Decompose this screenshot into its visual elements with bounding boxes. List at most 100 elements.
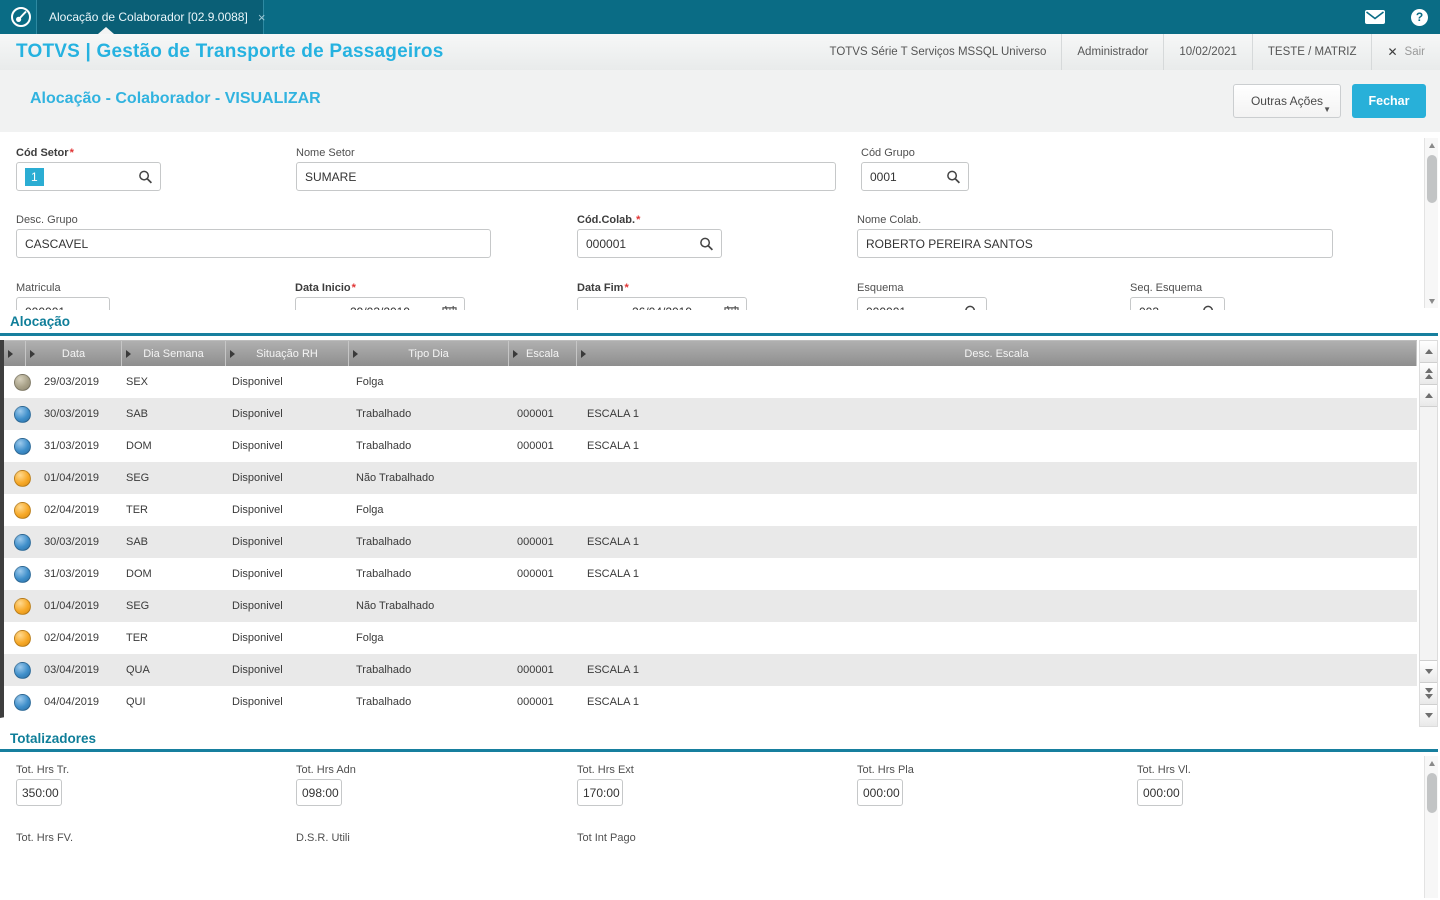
close-button[interactable]: Fechar — [1352, 84, 1426, 118]
help-icon[interactable]: ? — [1411, 8, 1428, 26]
tab-close-icon[interactable]: × — [258, 10, 266, 25]
scroll-up-icon[interactable] — [1425, 138, 1438, 152]
cell-escala: 000001 — [517, 568, 554, 580]
tot-int-pago-label: Tot Int Pago — [577, 832, 636, 844]
data-fim-input[interactable]: 26/04/2019 — [577, 297, 747, 310]
table-row[interactable]: 02/04/2019 TER Disponivel Folga — [4, 622, 1417, 654]
column-handle-icon — [126, 349, 131, 358]
cod-setor-label: Cód Setor* — [16, 147, 74, 159]
search-icon[interactable] — [138, 169, 153, 184]
company-branch: TESTE / MATRIZ — [1251, 34, 1372, 70]
grid-scroll-top-icon[interactable] — [1420, 385, 1437, 407]
cell-escala: 000001 — [517, 696, 554, 708]
scroll-down-icon[interactable] — [1425, 294, 1438, 308]
grid-column-header-situacao-rh[interactable]: Situação RH — [226, 341, 349, 366]
form-scrollbar[interactable] — [1424, 138, 1438, 308]
grid-scroll-down-icon[interactable] — [1420, 660, 1437, 682]
grid-body: 29/03/2019 SEX Disponivel Folga 30/03/20… — [4, 366, 1417, 718]
cell-data: 03/04/2019 — [44, 664, 100, 676]
search-icon[interactable] — [699, 236, 714, 251]
data-inicio-input[interactable]: 29/03/2019 — [295, 297, 465, 310]
grid-column-header-data[interactable]: Data — [26, 341, 122, 366]
search-icon[interactable] — [1202, 304, 1217, 310]
section-divider — [0, 333, 1438, 336]
scrollbar-thumb[interactable] — [1426, 155, 1437, 203]
cell-dia-semana: SEG — [126, 600, 150, 612]
tot-hrs-ext-input[interactable]: 170:00 — [577, 779, 623, 806]
status-ball-icon — [14, 373, 31, 391]
grid-column-header[interactable] — [4, 341, 26, 366]
grid-column-header-desc-escala[interactable]: Desc. Escala — [577, 341, 1417, 366]
tot-hrs-tr-input[interactable]: 350:00 — [16, 779, 62, 806]
totalizadores-scrollbar[interactable] — [1424, 756, 1438, 898]
seq-esquema-input[interactable]: 003 — [1130, 297, 1225, 310]
cod-colab-input[interactable]: 000001 — [577, 229, 722, 258]
cell-tipo-dia: Trabalhado — [356, 664, 412, 676]
table-row[interactable]: 29/03/2019 SEX Disponivel Folga — [4, 366, 1417, 398]
app-window: Alocação de Colaborador [02.9.0088] × ? … — [0, 0, 1440, 900]
cod-setor-input[interactable]: 1 — [16, 162, 161, 191]
other-actions-button[interactable]: Outras Ações ▼ — [1233, 84, 1341, 118]
tab-title: Alocação de Colaborador [02.9.0088] — [49, 10, 248, 24]
table-row[interactable]: 30/03/2019 SAB Disponivel Trabalhado 000… — [4, 526, 1417, 558]
grid-scrollbar[interactable] — [1419, 340, 1438, 727]
mail-icon[interactable] — [1365, 10, 1385, 24]
cell-desc-escala: ESCALA 1 — [587, 440, 639, 452]
table-row[interactable]: 01/04/2019 SEG Disponivel Não Trabalhado — [4, 590, 1417, 622]
table-row[interactable]: 31/03/2019 DOM Disponivel Trabalhado 000… — [4, 558, 1417, 590]
tot-hrs-adn-input[interactable]: 098:00 — [296, 779, 342, 806]
grid-column-header-dia-semana[interactable]: Dia Semana — [122, 341, 226, 366]
esquema-label: Esquema — [857, 282, 904, 294]
logout-button[interactable]: ✕ Sair — [1371, 34, 1440, 70]
grid-scroll-page-up-icon[interactable] — [1420, 363, 1437, 385]
tot-hrs-vl-label: Tot. Hrs Vl. — [1137, 764, 1191, 776]
esquema-input[interactable]: 000001 — [857, 297, 987, 310]
search-icon[interactable] — [946, 169, 961, 184]
status-ball-icon — [14, 405, 31, 423]
page-header: Alocação - Colaborador - VISUALIZAR Outr… — [0, 70, 1440, 133]
grid-scroll-track[interactable] — [1420, 407, 1437, 660]
cell-situacao-rh: Disponivel — [232, 440, 283, 452]
table-row[interactable]: 02/04/2019 TER Disponivel Folga — [4, 494, 1417, 526]
cell-escala: 000001 — [517, 536, 554, 548]
top-bar: Alocação de Colaborador [02.9.0088] × ? — [0, 0, 1440, 34]
scroll-up-icon[interactable] — [1425, 756, 1438, 770]
grid-scroll-up-icon[interactable] — [1420, 341, 1437, 363]
nome-setor-label: Nome Setor — [296, 147, 355, 159]
cell-situacao-rh: Disponivel — [232, 376, 283, 388]
table-row[interactable]: 03/04/2019 QUA Disponivel Trabalhado 000… — [4, 654, 1417, 686]
cell-desc-escala: ESCALA 1 — [587, 536, 639, 548]
column-handle-icon — [30, 349, 35, 358]
totvs-logo-icon[interactable] — [9, 5, 33, 29]
desc-grupo-input[interactable]: CASCAVEL — [16, 229, 491, 258]
nome-colab-label: Nome Colab. — [857, 214, 922, 226]
cell-situacao-rh: Disponivel — [232, 696, 283, 708]
cod-grupo-input[interactable]: 0001 — [861, 162, 969, 191]
tot-hrs-pla-input[interactable]: 000:00 — [857, 779, 903, 806]
calendar-icon[interactable] — [724, 305, 739, 310]
search-icon[interactable] — [964, 304, 979, 310]
grid-scroll-bottom-icon[interactable] — [1420, 704, 1437, 726]
brand-title: TOTVS | Gestão de Transporte de Passagei… — [16, 41, 444, 62]
seq-esquema-label: Seq. Esquema — [1130, 282, 1203, 294]
table-row[interactable]: 04/04/2019 QUI Disponivel Trabalhado 000… — [4, 686, 1417, 718]
tot-hrs-vl-input[interactable]: 000:00 — [1137, 779, 1183, 806]
table-row[interactable]: 31/03/2019 DOM Disponivel Trabalhado 000… — [4, 430, 1417, 462]
environment-info: TOTVS Série T Serviços MSSQL Universo — [829, 46, 1047, 58]
cell-data: 01/04/2019 — [44, 600, 100, 612]
nome-colab-input[interactable]: ROBERTO PEREIRA SANTOS — [857, 229, 1333, 258]
scrollbar-thumb[interactable] — [1426, 773, 1437, 813]
calendar-icon[interactable] — [442, 305, 457, 310]
cell-situacao-rh: Disponivel — [232, 408, 283, 420]
table-row[interactable]: 30/03/2019 SAB Disponivel Trabalhado 000… — [4, 398, 1417, 430]
totalizadores-panel: Tot. Hrs Tr. 350:00 Tot. Hrs Adn 098:00 … — [0, 752, 1440, 900]
grid-column-header-escala[interactable]: Escala — [509, 341, 577, 366]
tot-hrs-tr-label: Tot. Hrs Tr. — [16, 764, 70, 776]
nome-setor-input[interactable]: SUMARE — [296, 162, 836, 191]
matricula-input[interactable]: 000001 — [16, 297, 110, 310]
grid-column-header-tipo-dia[interactable]: Tipo Dia — [349, 341, 509, 366]
open-program-tab[interactable]: Alocação de Colaborador [02.9.0088] × — [36, 0, 266, 34]
table-row[interactable]: 01/04/2019 SEG Disponivel Não Trabalhado — [4, 462, 1417, 494]
grid-scroll-page-down-icon[interactable] — [1420, 682, 1437, 704]
alocacao-section-title: Alocação — [10, 314, 71, 329]
